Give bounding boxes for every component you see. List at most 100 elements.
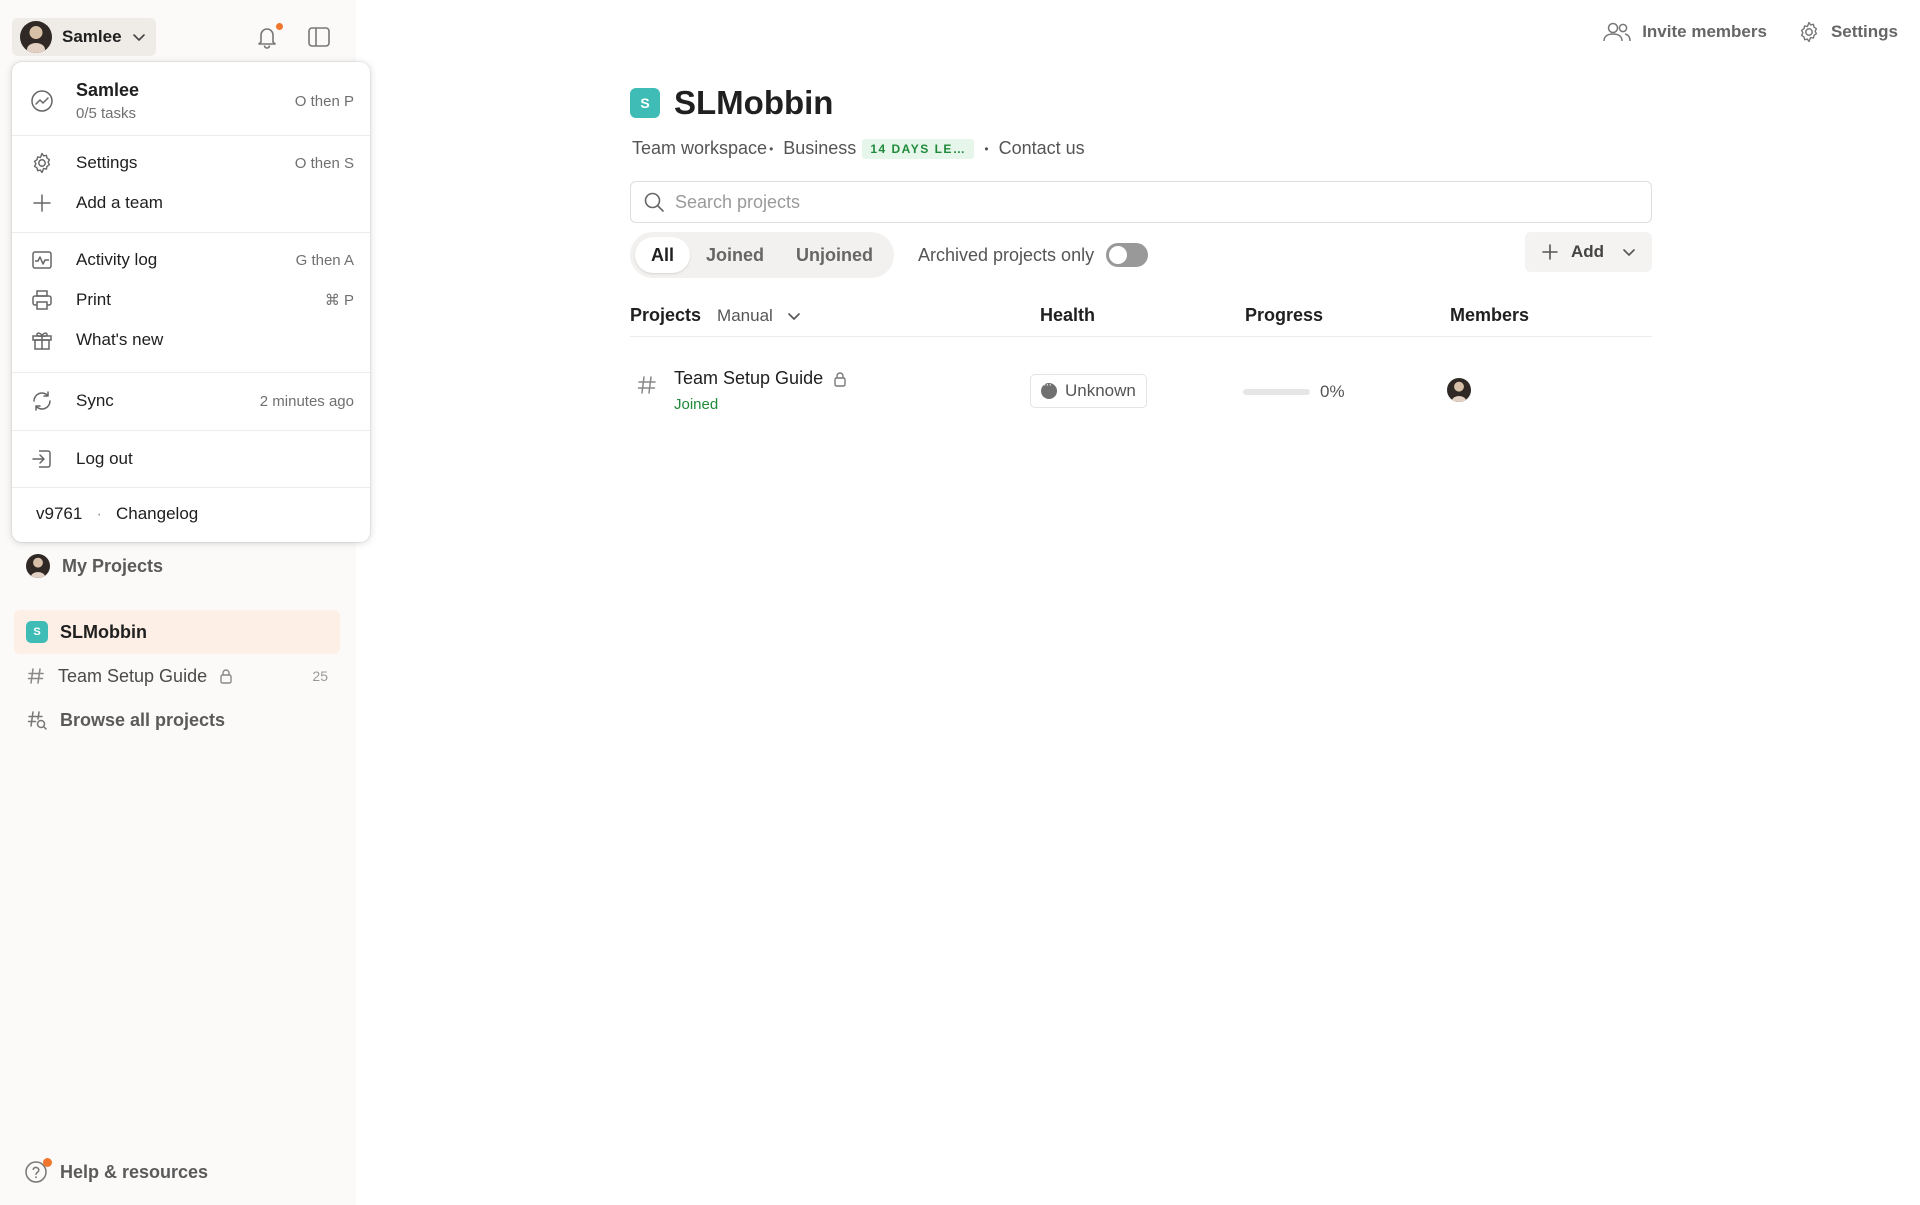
menu-item-add-team[interactable]: Add a team <box>12 183 370 223</box>
search-box <box>630 181 1652 223</box>
archived-filter: Archived projects only <box>918 232 1149 278</box>
search-input[interactable] <box>675 191 1639 213</box>
sidebar-item-label: SLMobbin <box>60 621 147 642</box>
hash-icon <box>27 668 44 684</box>
tab-all[interactable]: All <box>635 237 691 273</box>
menu-item-label: Activity log <box>76 250 158 269</box>
user-avatar <box>26 554 50 578</box>
menu-item-profile[interactable]: Samlee 0/5 tasks O then P <box>12 76 370 126</box>
menu-profile-tasks: 0/5 tasks <box>76 105 137 122</box>
menu-shortcut: O then P <box>294 92 354 110</box>
user-name: Samlee <box>62 27 122 46</box>
workspace-badge: S <box>26 621 48 643</box>
menu-item-label: Log out <box>76 449 133 468</box>
meta-separator: • <box>769 141 774 156</box>
filter-row: All Joined Unjoined Archived projects on… <box>630 232 1652 278</box>
gift-icon <box>32 332 52 350</box>
footer-separator: · <box>96 504 102 523</box>
browse-projects-icon <box>27 711 47 730</box>
notification-dot <box>275 22 284 31</box>
people-icon <box>1603 22 1631 42</box>
menu-shortcut: G then A <box>295 251 354 269</box>
chevron-down-icon <box>1623 249 1635 256</box>
sidebar-toggle-icon[interactable] <box>306 24 332 50</box>
header-actions: Invite members Settings <box>1602 20 1898 44</box>
sort-select[interactable]: Manual <box>717 306 801 326</box>
menu-shortcut: O then S <box>294 154 354 172</box>
trial-badge: 14 DAYS LE… <box>862 138 975 159</box>
help-label: Help & resources <box>60 1161 209 1182</box>
help-resources-button[interactable]: Help & resources <box>24 1158 209 1184</box>
avatar <box>1447 378 1471 402</box>
meta-separator: • <box>984 141 989 156</box>
add-project-button[interactable]: Add <box>1524 232 1652 272</box>
health-label: Unknown <box>1065 381 1136 400</box>
header-settings-button[interactable]: Settings <box>1797 20 1898 44</box>
menu-divider <box>12 487 370 488</box>
column-header-projects: Projects <box>630 305 702 325</box>
plus-icon <box>33 194 51 212</box>
projects-table-header: Projects Manual Health Progress Members <box>630 297 1652 337</box>
menu-footer: v9761 · Changelog <box>36 504 198 524</box>
sidebar-item-browse[interactable]: Browse all projects <box>14 698 340 742</box>
lock-icon <box>834 371 846 387</box>
menu-item-activity-log[interactable]: Activity log G then A <box>12 240 370 280</box>
activity-icon <box>32 251 52 269</box>
archived-toggle[interactable] <box>1106 243 1149 267</box>
menu-item-label: Print <box>76 290 111 309</box>
workspace-type: Team workspace <box>632 138 768 158</box>
column-header-members: Members <box>1450 305 1530 325</box>
gear-icon <box>1800 21 1818 43</box>
log-out-icon <box>32 450 51 468</box>
menu-item-label: What's new <box>76 330 164 349</box>
table-row[interactable]: Team Setup Guide Joined Unknown 0% <box>630 356 1652 422</box>
menu-item-label: Sync <box>76 391 114 410</box>
workspace-meta: Team workspace • Business 14 DAYS LE… • … <box>632 138 1085 159</box>
sidebar-item-label: My Projects <box>62 555 164 576</box>
search-icon <box>644 192 664 212</box>
page-title: SLMobbin <box>674 84 834 121</box>
user-menu-button[interactable]: Samlee <box>12 18 156 56</box>
plan-name[interactable]: Business <box>783 138 856 159</box>
progress-bar <box>1243 389 1310 395</box>
progress-cell: 0% <box>1243 382 1345 402</box>
tab-unjoined[interactable]: Unjoined <box>780 237 889 273</box>
gear-icon <box>33 152 51 174</box>
menu-divider <box>12 372 370 373</box>
sidebar-item-label: Team Setup Guide <box>58 665 208 686</box>
project-filter-tabs: All Joined Unjoined <box>630 232 895 278</box>
sidebar-item-workspace[interactable]: S SLMobbin <box>14 610 340 654</box>
member-avatar[interactable] <box>1447 378 1471 402</box>
column-header-progress: Progress <box>1245 305 1324 325</box>
menu-item-whats-new[interactable]: What's new <box>12 320 370 360</box>
archived-label: Archived projects only <box>918 244 1095 265</box>
app-version: v9761 <box>36 504 83 523</box>
health-badge[interactable]: Unknown <box>1030 374 1147 408</box>
menu-item-sync[interactable]: Sync 2 minutes ago <box>12 378 370 424</box>
joined-status: Joined <box>674 396 719 413</box>
menu-item-label: Settings <box>76 153 138 172</box>
plus-icon <box>1542 244 1558 260</box>
changelog-link[interactable]: Changelog <box>116 504 198 524</box>
sidebar-item-my-projects[interactable]: My Projects <box>14 544 340 588</box>
project-name: Team Setup Guide <box>674 368 847 389</box>
sidebar-top-bar: Samlee <box>12 16 342 58</box>
tab-joined[interactable]: Joined <box>690 237 780 273</box>
task-count: 25 <box>312 668 328 684</box>
column-header-health: Health <box>1040 305 1096 325</box>
contact-us-link[interactable]: Contact us <box>999 138 1085 159</box>
column-projects: Projects Manual <box>630 305 801 326</box>
menu-item-log-out[interactable]: Log out <box>12 436 370 482</box>
sync-time: 2 minutes ago <box>259 392 354 410</box>
menu-profile-name: Samlee <box>76 80 140 100</box>
sidebar-item-project[interactable]: Team Setup Guide 25 <box>14 654 340 698</box>
page-title-row: S SLMobbin <box>630 84 833 122</box>
menu-item-settings[interactable]: Settings O then S <box>12 143 370 183</box>
menu-item-print[interactable]: Print ⌘ P <box>12 280 370 320</box>
chevron-down-icon <box>132 34 145 41</box>
sort-value: Manual <box>717 305 773 325</box>
invite-members-button[interactable]: Invite members <box>1602 20 1767 44</box>
user-dropdown-menu: Samlee 0/5 tasks O then P Settings O the… <box>12 62 370 542</box>
productivity-icon <box>31 90 53 112</box>
workspace-badge: S <box>630 88 660 118</box>
